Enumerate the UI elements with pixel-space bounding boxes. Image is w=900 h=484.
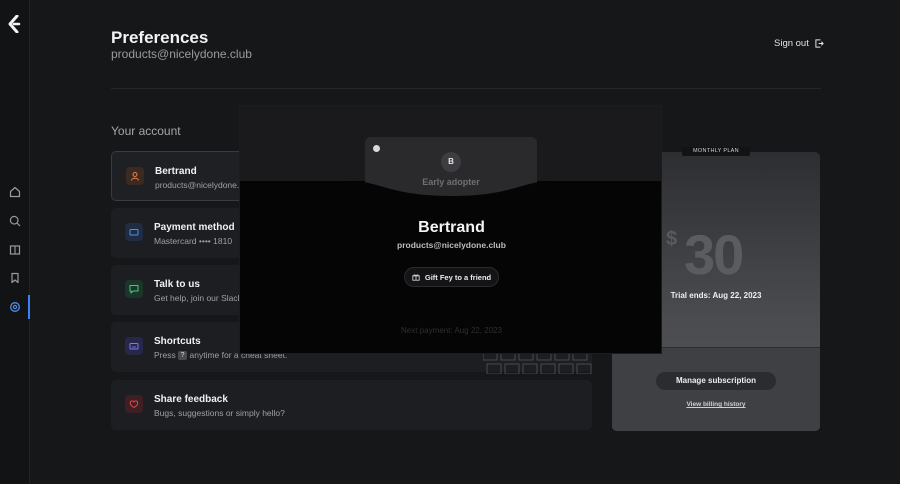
gift-button[interactable]: Gift Fey to a friend (404, 267, 499, 287)
card-title: Shortcuts (154, 336, 201, 347)
modal-wave-shape (240, 181, 661, 206)
book-icon[interactable] (8, 243, 22, 257)
card-subtitle: Get help, join our Slack (154, 293, 242, 303)
heart-icon (125, 395, 143, 413)
card-title: Payment method (154, 222, 235, 233)
chat-icon (125, 280, 143, 298)
subtitle-prefix: Press (154, 350, 176, 360)
user-icon (126, 167, 144, 185)
profile-modal: B Early adopter Bertrand products@nicely… (239, 105, 662, 354)
card-subtitle: Bugs, suggestions or simply hello? (154, 408, 285, 418)
section-title: Your account (111, 124, 181, 138)
page-subtitle-email: products@nicelydone.club (111, 47, 252, 61)
logo-icon[interactable] (8, 14, 22, 34)
sign-out-button[interactable]: Sign out (774, 38, 824, 49)
keyboard-icon (125, 337, 143, 355)
search-icon[interactable] (8, 214, 22, 228)
main-content: Preferences products@nicelydone.club Sig… (30, 0, 900, 484)
card-title: Talk to us (154, 279, 200, 290)
sidebar (0, 0, 30, 484)
shortcut-key-chip: ? (178, 351, 188, 361)
settings-icon[interactable] (8, 300, 22, 314)
card-title: Share feedback (154, 394, 228, 405)
gift-button-label: Gift Fey to a friend (424, 272, 492, 282)
sign-out-label: Sign out (774, 38, 809, 49)
credit-card-icon (125, 223, 143, 241)
manage-subscription-button[interactable]: Manage subscription (656, 372, 776, 390)
modal-name: Bertrand (418, 219, 485, 236)
share-feedback-card[interactable]: Share feedback Bugs, suggestions or simp… (111, 380, 592, 430)
sign-out-icon (815, 39, 824, 48)
page-title: Preferences (111, 28, 209, 47)
view-billing-history-link[interactable]: View billing history (612, 401, 820, 408)
bookmark-icon[interactable] (8, 271, 22, 285)
plan-badge: MONTHLY PLAN (682, 147, 750, 156)
card-title: Bertrand (155, 166, 197, 177)
home-icon[interactable] (8, 185, 22, 199)
plan-currency: $ (666, 228, 678, 250)
modal-email: products@nicelydone.club (397, 240, 506, 250)
next-payment-text: Next payment: Aug 22, 2023 (401, 326, 502, 335)
card-logo-icon (373, 145, 380, 152)
plan-price: 30 (684, 223, 744, 286)
header-divider (111, 88, 821, 89)
gift-icon (412, 274, 420, 281)
card-subtitle: Mastercard •••• 1810 (154, 236, 233, 246)
